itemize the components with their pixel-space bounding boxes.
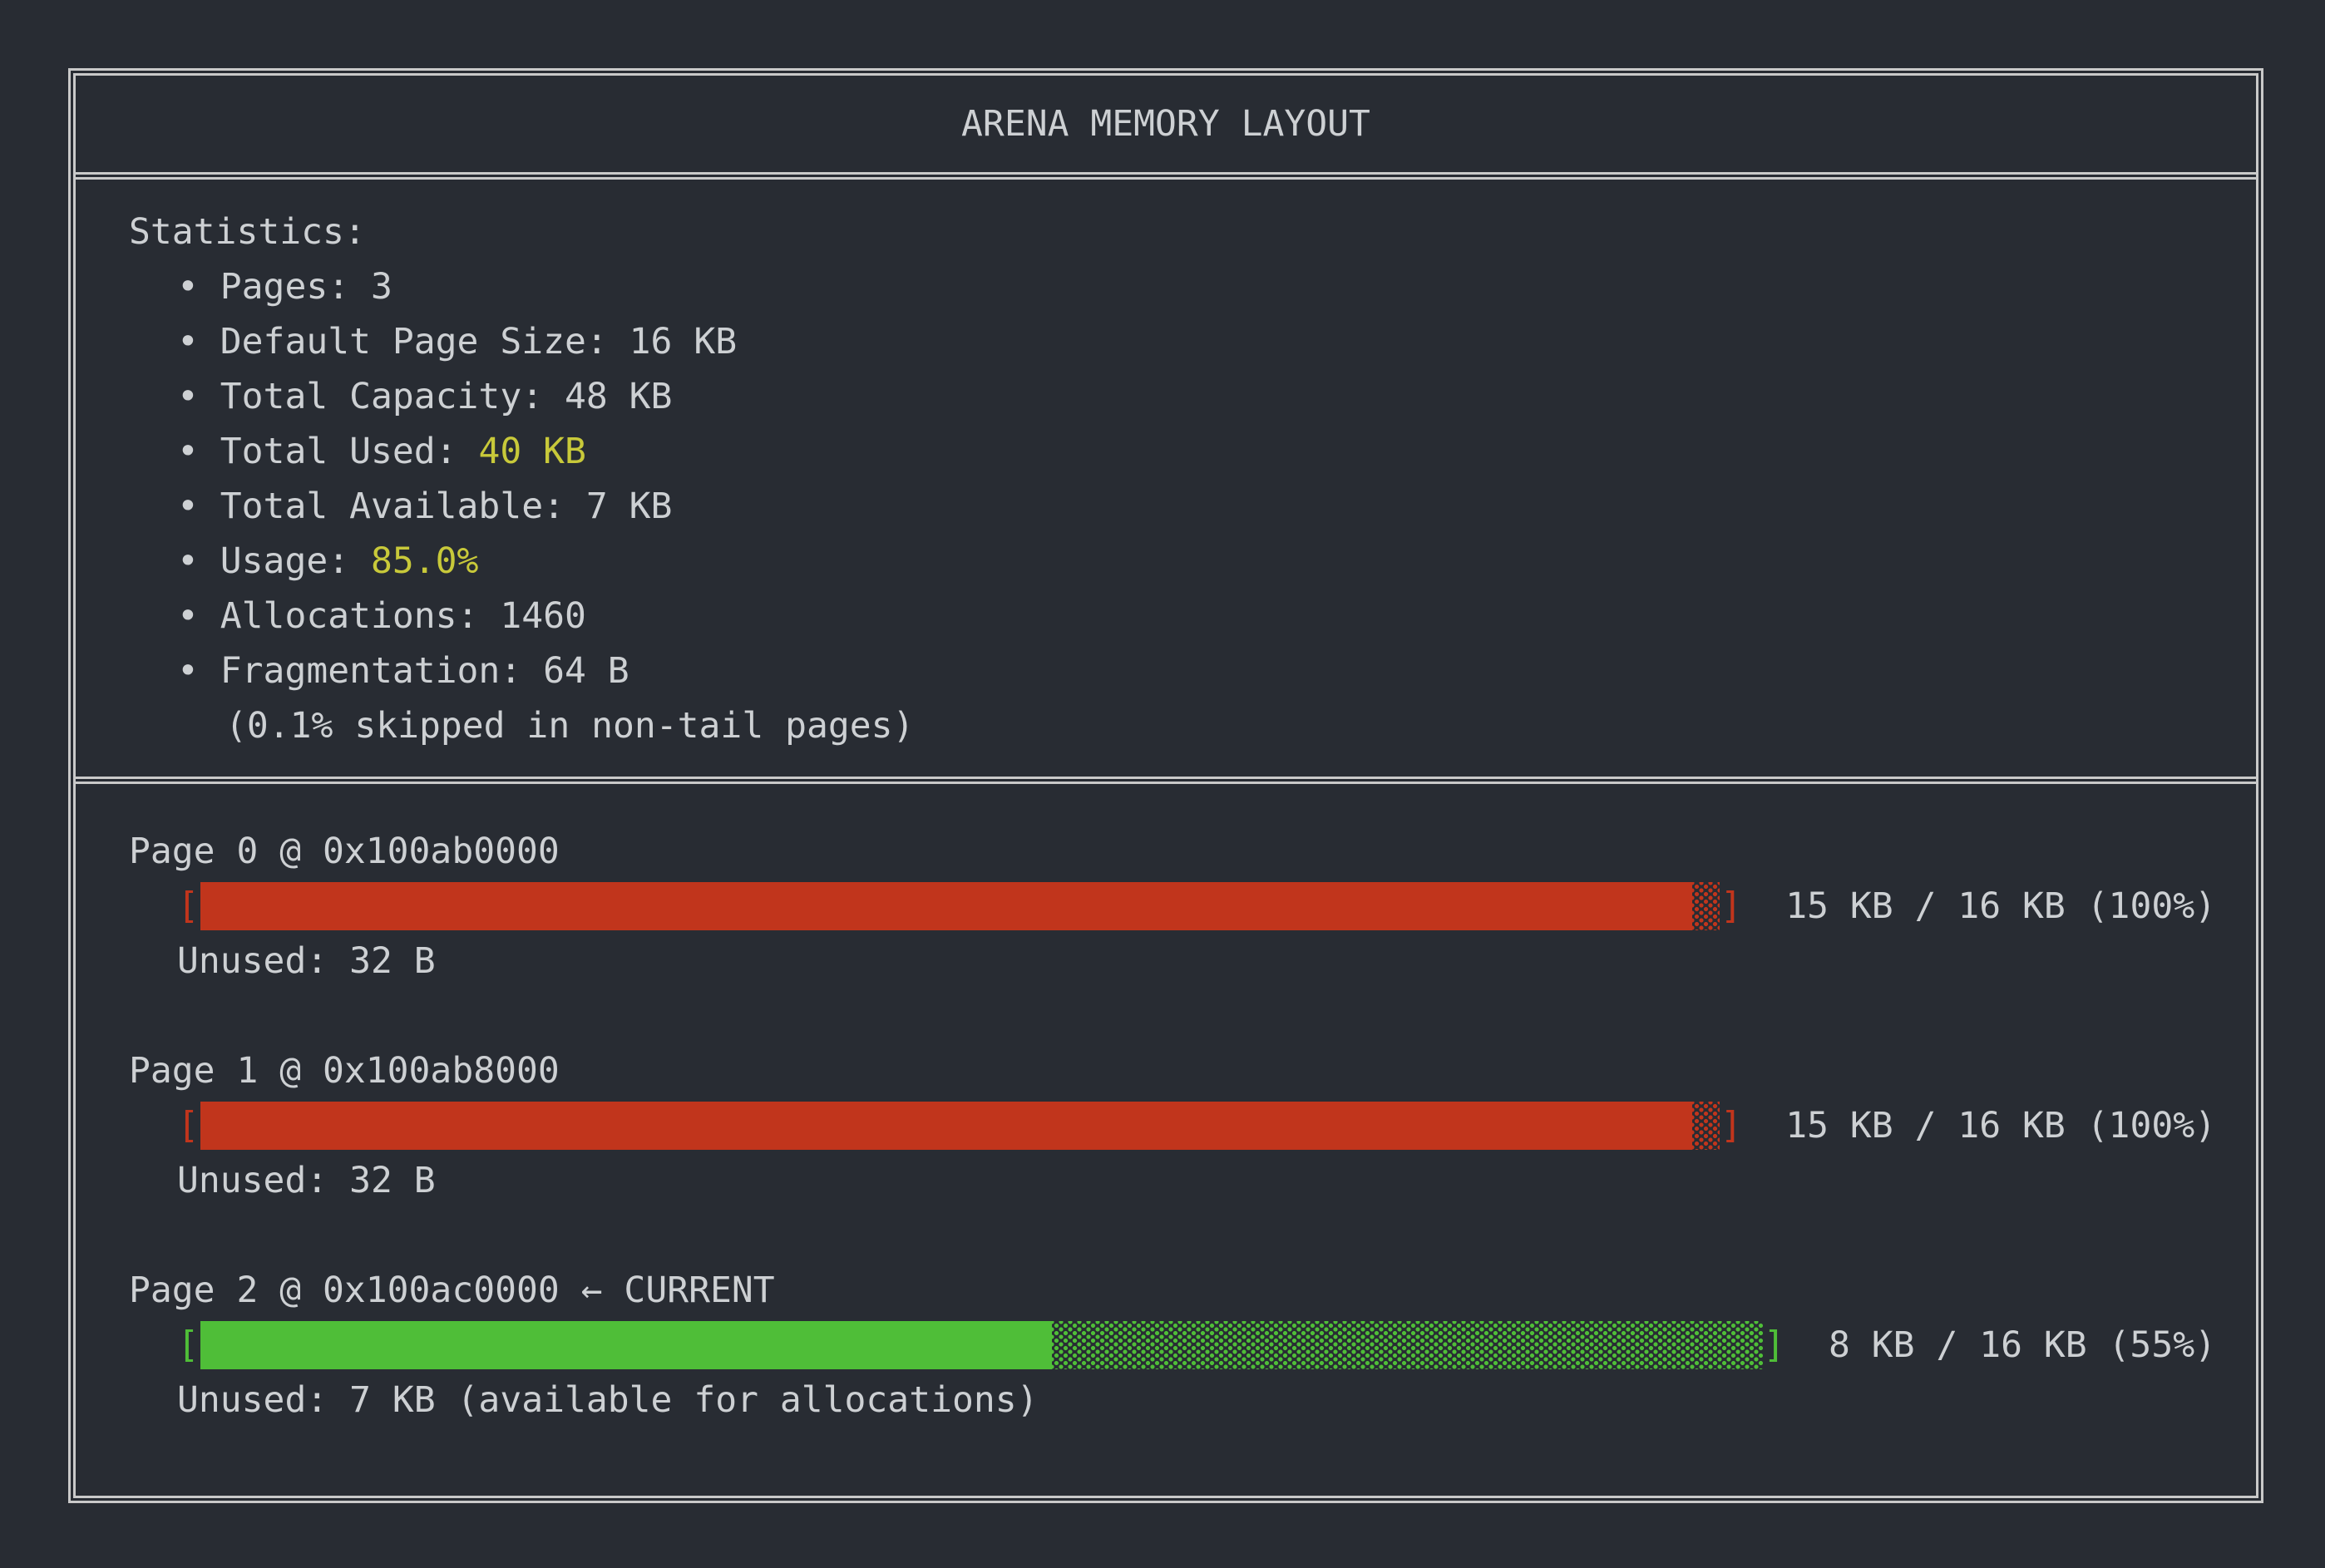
stat-line-usage: • Usage: 85.0% [129, 534, 2216, 589]
memory-bar [200, 882, 1720, 930]
stat-text: • Pages: 3 [177, 266, 392, 308]
stat-line-default-page-size: • Default Page Size: 16 KB [129, 314, 2216, 369]
memory-bar-row: [ ] 8 KB / 16 KB (55%) [129, 1318, 2216, 1373]
bar-open-bracket: [ [177, 1098, 200, 1153]
stat-text: • Usage: [177, 540, 371, 582]
bar-solid-fill [200, 1102, 1692, 1150]
usage-label: 15 KB / 16 KB (100%) [1785, 1098, 2216, 1153]
page-header: Page 0 @ 0x100ab0000 [129, 824, 2216, 879]
unused-label: Unused: 32 B [129, 1153, 2216, 1208]
pages-panel: Page 0 @ 0x100ab0000 [ ] 15 KB / 16 KB (… [76, 784, 2256, 1496]
page-block-0: Page 0 @ 0x100ab0000 [ ] 15 KB / 16 KB (… [129, 824, 2216, 989]
page-block-1: Page 1 @ 0x100ab8000 [ ] 15 KB / 16 KB (… [129, 1043, 2216, 1208]
stat-text: • Fragmentation: 64 B [177, 650, 629, 692]
usage-label: 8 KB / 16 KB (55%) [1829, 1318, 2216, 1373]
memory-bar-row: [ ] 15 KB / 16 KB (100%) [129, 879, 2216, 934]
bar-stipple-fill [1692, 1102, 1720, 1150]
bar-close-bracket: ] [1764, 1318, 1786, 1373]
stat-line-allocations: • Allocations: 1460 [129, 589, 2216, 643]
stat-line-fragmentation-note: (0.1% skipped in non-tail pages) [129, 698, 2216, 753]
usage-label: 15 KB / 16 KB (100%) [1785, 879, 2216, 934]
stat-text: • Allocations: 1460 [177, 595, 586, 637]
memory-bar [200, 1102, 1720, 1150]
stat-text: • Total Available: 7 KB [177, 486, 672, 527]
memory-bar [200, 1321, 1763, 1369]
bar-open-bracket: [ [177, 1318, 200, 1373]
page-header: Page 2 @ 0x100ac0000 ← CURRENT [129, 1263, 2216, 1318]
arena-layout-window: ARENA MEMORY LAYOUT Statistics: • Pages:… [68, 68, 2263, 1503]
bar-close-bracket: ] [1720, 1098, 1743, 1153]
stat-text: (0.1% skipped in non-tail pages) [225, 705, 914, 747]
stat-line-pages: • Pages: 3 [129, 259, 2216, 314]
memory-bar-row: [ ] 15 KB / 16 KB (100%) [129, 1098, 2216, 1153]
stat-highlight: 40 KB [478, 431, 585, 472]
bar-stipple-fill [1052, 1321, 1763, 1369]
page-title: ARENA MEMORY LAYOUT [961, 103, 1370, 145]
stat-highlight: 85.0% [371, 540, 478, 582]
stat-text: • Total Capacity: 48 KB [177, 376, 672, 417]
statistics-panel: Statistics: • Pages: 3 • Default Page Si… [76, 180, 2256, 784]
page-header: Page 1 @ 0x100ab8000 [129, 1043, 2216, 1098]
stat-line-fragmentation: • Fragmentation: 64 B [129, 643, 2216, 698]
bar-solid-fill [200, 882, 1692, 930]
stat-text: • Default Page Size: 16 KB [177, 321, 737, 362]
stat-line-total-used: • Total Used: 40 KB [129, 424, 2216, 479]
stat-line-total-available: • Total Available: 7 KB [129, 479, 2216, 534]
bar-stipple-fill [1692, 882, 1720, 930]
page-block-2: Page 2 @ 0x100ac0000 ← CURRENT [ ] 8 KB … [129, 1263, 2216, 1427]
title-bar: ARENA MEMORY LAYOUT [76, 76, 2256, 180]
stat-text: • Total Used: [177, 431, 478, 472]
unused-label: Unused: 7 KB (available for allocations) [129, 1373, 2216, 1427]
bar-open-bracket: [ [177, 879, 200, 934]
stat-line-total-capacity: • Total Capacity: 48 KB [129, 369, 2216, 424]
unused-label: Unused: 32 B [129, 934, 2216, 989]
bar-solid-fill [200, 1321, 1052, 1369]
bar-close-bracket: ] [1720, 879, 1743, 934]
statistics-heading: Statistics: [129, 205, 2216, 259]
